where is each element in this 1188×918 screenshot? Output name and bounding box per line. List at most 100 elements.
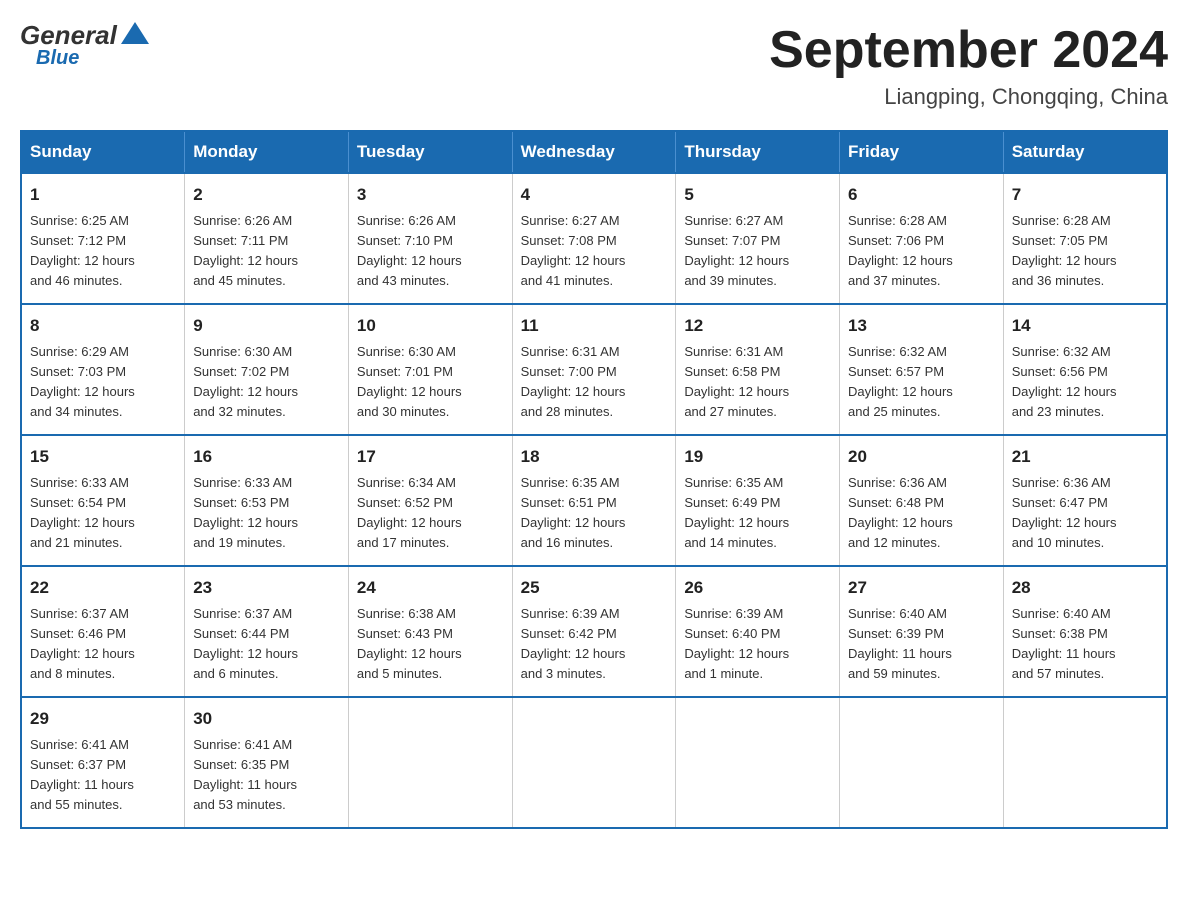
day-number: 7 — [1012, 182, 1158, 208]
day-number: 15 — [30, 444, 176, 470]
calendar-day-cell — [1003, 697, 1167, 828]
calendar-day-cell: 25 Sunrise: 6:39 AMSunset: 6:42 PMDayligh… — [512, 566, 676, 697]
calendar-week-row: 15 Sunrise: 6:33 AMSunset: 6:54 PMDayligh… — [21, 435, 1167, 566]
day-number: 13 — [848, 313, 995, 339]
calendar-day-cell: 2Sunrise: 6:26 AMSunset: 7:11 PMDaylight… — [185, 173, 349, 304]
day-info: Sunrise: 6:41 AMSunset: 6:35 PMDaylight:… — [193, 735, 340, 816]
calendar-day-cell: 22 Sunrise: 6:37 AMSunset: 6:46 PMDayligh… — [21, 566, 185, 697]
calendar-day-cell: 16 Sunrise: 6:33 AMSunset: 6:53 PMDayligh… — [185, 435, 349, 566]
day-info: Sunrise: 6:31 AMSunset: 6:58 PMDaylight:… — [684, 342, 831, 423]
day-number: 9 — [193, 313, 340, 339]
calendar-day-cell: 28 Sunrise: 6:40 AMSunset: 6:38 PMDayligh… — [1003, 566, 1167, 697]
weekday-header-sunday: Sunday — [21, 131, 185, 173]
calendar-day-cell: 8Sunrise: 6:29 AMSunset: 7:03 PMDaylight… — [21, 304, 185, 435]
logo-blue-text: Blue — [36, 47, 79, 70]
weekday-header-monday: Monday — [185, 131, 349, 173]
day-info: Sunrise: 6:30 AMSunset: 7:02 PMDaylight:… — [193, 342, 340, 423]
day-info: Sunrise: 6:33 AMSunset: 6:54 PMDaylight:… — [30, 473, 176, 554]
calendar-day-cell: 29 Sunrise: 6:41 AMSunset: 6:37 PMDayligh… — [21, 697, 185, 828]
day-number: 11 — [521, 313, 668, 339]
calendar-table: SundayMondayTuesdayWednesdayThursdayFrid… — [20, 130, 1168, 829]
day-number: 21 — [1012, 444, 1158, 470]
calendar-day-cell — [676, 697, 840, 828]
day-info: Sunrise: 6:37 AMSunset: 6:44 PMDaylight:… — [193, 604, 340, 685]
day-info: Sunrise: 6:41 AMSunset: 6:37 PMDaylight:… — [30, 735, 176, 816]
calendar-day-cell: 13 Sunrise: 6:32 AMSunset: 6:57 PMDayligh… — [840, 304, 1004, 435]
day-info: Sunrise: 6:27 AMSunset: 7:07 PMDaylight:… — [684, 211, 831, 292]
day-info: Sunrise: 6:36 AMSunset: 6:47 PMDaylight:… — [1012, 473, 1158, 554]
calendar-day-cell: 11 Sunrise: 6:31 AMSunset: 7:00 PMDayligh… — [512, 304, 676, 435]
day-info: Sunrise: 6:26 AMSunset: 7:11 PMDaylight:… — [193, 211, 340, 292]
day-number: 20 — [848, 444, 995, 470]
calendar-day-cell: 4Sunrise: 6:27 AMSunset: 7:08 PMDaylight… — [512, 173, 676, 304]
weekday-header-tuesday: Tuesday — [348, 131, 512, 173]
day-info: Sunrise: 6:39 AMSunset: 6:42 PMDaylight:… — [521, 604, 668, 685]
day-info: Sunrise: 6:28 AMSunset: 7:06 PMDaylight:… — [848, 211, 995, 292]
day-info: Sunrise: 6:31 AMSunset: 7:00 PMDaylight:… — [521, 342, 668, 423]
weekday-header-saturday: Saturday — [1003, 131, 1167, 173]
day-info: Sunrise: 6:40 AMSunset: 6:38 PMDaylight:… — [1012, 604, 1158, 685]
calendar-day-cell: 20 Sunrise: 6:36 AMSunset: 6:48 PMDayligh… — [840, 435, 1004, 566]
day-info: Sunrise: 6:26 AMSunset: 7:10 PMDaylight:… — [357, 211, 504, 292]
calendar-week-row: 8Sunrise: 6:29 AMSunset: 7:03 PMDaylight… — [21, 304, 1167, 435]
day-number: 14 — [1012, 313, 1158, 339]
weekday-header-wednesday: Wednesday — [512, 131, 676, 173]
day-info: Sunrise: 6:34 AMSunset: 6:52 PMDaylight:… — [357, 473, 504, 554]
calendar-day-cell: 18Sunrise: 6:35 AMSunset: 6:51 PMDayligh… — [512, 435, 676, 566]
day-number: 25 — [521, 575, 668, 601]
calendar-week-row: 22 Sunrise: 6:37 AMSunset: 6:46 PMDayligh… — [21, 566, 1167, 697]
weekday-header-row: SundayMondayTuesdayWednesdayThursdayFrid… — [21, 131, 1167, 173]
day-number: 12 — [684, 313, 831, 339]
day-number: 23 — [193, 575, 340, 601]
day-info: Sunrise: 6:40 AMSunset: 6:39 PMDaylight:… — [848, 604, 995, 685]
calendar-week-row: 1 Sunrise: 6:25 AMSunset: 7:12 PMDaylight… — [21, 173, 1167, 304]
calendar-day-cell: 15 Sunrise: 6:33 AMSunset: 6:54 PMDayligh… — [21, 435, 185, 566]
day-number: 28 — [1012, 575, 1158, 601]
day-info: Sunrise: 6:25 AMSunset: 7:12 PMDaylight:… — [30, 211, 176, 292]
day-number: 29 — [30, 706, 176, 732]
day-info: Sunrise: 6:28 AMSunset: 7:05 PMDaylight:… — [1012, 211, 1158, 292]
day-number: 5 — [684, 182, 831, 208]
calendar-day-cell: 27 Sunrise: 6:40 AMSunset: 6:39 PMDayligh… — [840, 566, 1004, 697]
day-info: Sunrise: 6:32 AMSunset: 6:56 PMDaylight:… — [1012, 342, 1158, 423]
day-info: Sunrise: 6:37 AMSunset: 6:46 PMDaylight:… — [30, 604, 176, 685]
location-title: Liangping, Chongqing, China — [769, 84, 1168, 110]
calendar-header: SundayMondayTuesdayWednesdayThursdayFrid… — [21, 131, 1167, 173]
calendar-day-cell: 12 Sunrise: 6:31 AMSunset: 6:58 PMDayligh… — [676, 304, 840, 435]
day-number: 27 — [848, 575, 995, 601]
day-number: 19 — [684, 444, 831, 470]
calendar-day-cell: 14 Sunrise: 6:32 AMSunset: 6:56 PMDayligh… — [1003, 304, 1167, 435]
calendar-day-cell: 26 Sunrise: 6:39 AMSunset: 6:40 PMDayligh… — [676, 566, 840, 697]
day-info: Sunrise: 6:33 AMSunset: 6:53 PMDaylight:… — [193, 473, 340, 554]
day-info: Sunrise: 6:36 AMSunset: 6:48 PMDaylight:… — [848, 473, 995, 554]
day-info: Sunrise: 6:30 AMSunset: 7:01 PMDaylight:… — [357, 342, 504, 423]
logo: General Blue — [20, 20, 149, 70]
page-header: General Blue September 2024 Liangping, C… — [20, 20, 1168, 110]
month-title: September 2024 — [769, 20, 1168, 80]
day-number: 22 — [30, 575, 176, 601]
calendar-day-cell — [840, 697, 1004, 828]
day-info: Sunrise: 6:27 AMSunset: 7:08 PMDaylight:… — [521, 211, 668, 292]
day-number: 26 — [684, 575, 831, 601]
day-number: 30 — [193, 706, 340, 732]
calendar-day-cell — [512, 697, 676, 828]
calendar-day-cell: 9 Sunrise: 6:30 AMSunset: 7:02 PMDaylight… — [185, 304, 349, 435]
day-number: 1 — [30, 182, 176, 208]
weekday-header-thursday: Thursday — [676, 131, 840, 173]
day-number: 3 — [357, 182, 504, 208]
day-info: Sunrise: 6:32 AMSunset: 6:57 PMDaylight:… — [848, 342, 995, 423]
title-section: September 2024 Liangping, Chongqing, Chi… — [769, 20, 1168, 110]
day-info: Sunrise: 6:39 AMSunset: 6:40 PMDaylight:… — [684, 604, 831, 685]
calendar-day-cell: 5 Sunrise: 6:27 AMSunset: 7:07 PMDaylight… — [676, 173, 840, 304]
day-number: 16 — [193, 444, 340, 470]
day-number: 24 — [357, 575, 504, 601]
calendar-day-cell: 19Sunrise: 6:35 AMSunset: 6:49 PMDayligh… — [676, 435, 840, 566]
calendar-day-cell: 10Sunrise: 6:30 AMSunset: 7:01 PMDayligh… — [348, 304, 512, 435]
calendar-day-cell: 23 Sunrise: 6:37 AMSunset: 6:44 PMDayligh… — [185, 566, 349, 697]
calendar-day-cell: 7 Sunrise: 6:28 AMSunset: 7:05 PMDaylight… — [1003, 173, 1167, 304]
calendar-day-cell — [348, 697, 512, 828]
calendar-day-cell: 3 Sunrise: 6:26 AMSunset: 7:10 PMDaylight… — [348, 173, 512, 304]
day-info: Sunrise: 6:35 AMSunset: 6:51 PMDaylight:… — [521, 473, 668, 554]
calendar-day-cell: 30 Sunrise: 6:41 AMSunset: 6:35 PMDayligh… — [185, 697, 349, 828]
weekday-header-friday: Friday — [840, 131, 1004, 173]
